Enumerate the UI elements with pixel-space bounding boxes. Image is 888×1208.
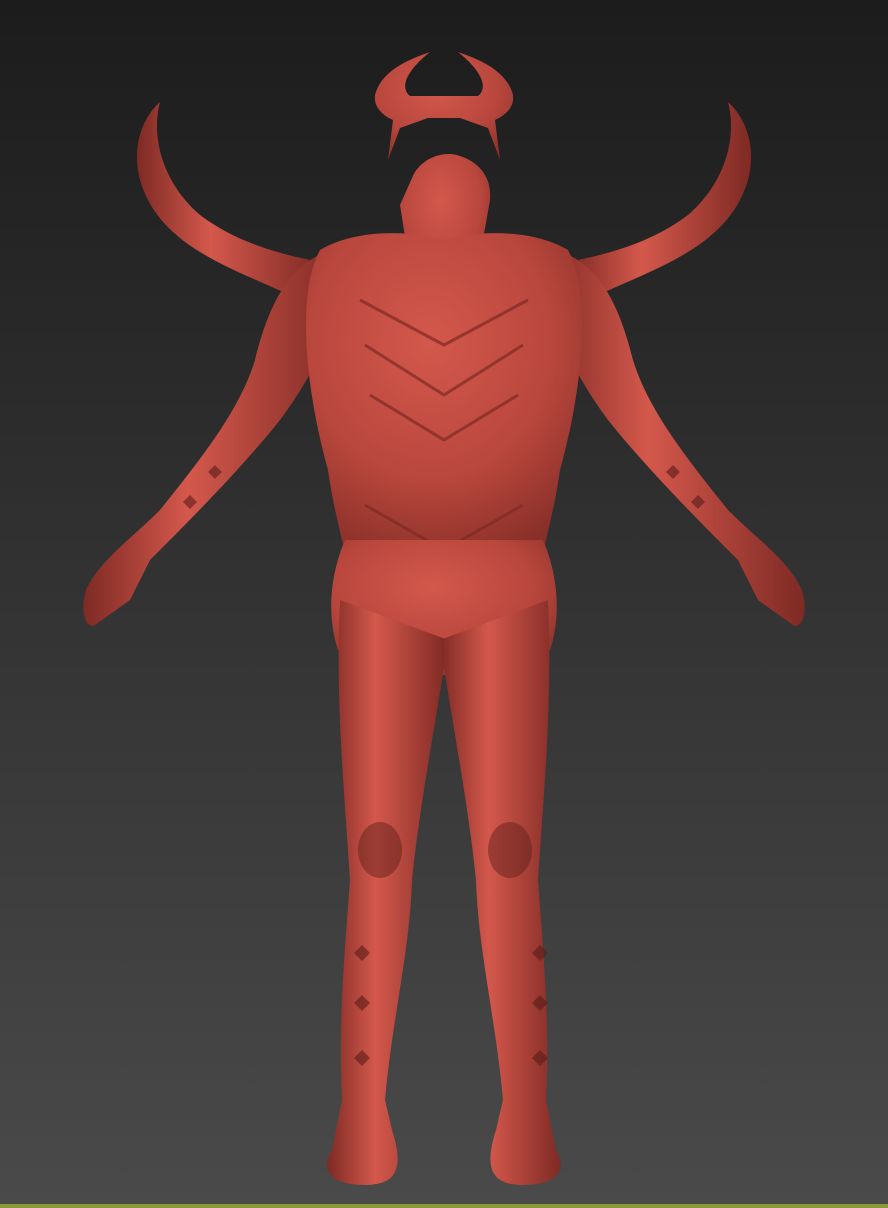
3d-viewport[interactable]: [0, 0, 888, 1208]
sculpt-render: [0, 0, 888, 1208]
torso-armor: [306, 233, 582, 546]
viewport-bottom-edge: [0, 1204, 888, 1208]
